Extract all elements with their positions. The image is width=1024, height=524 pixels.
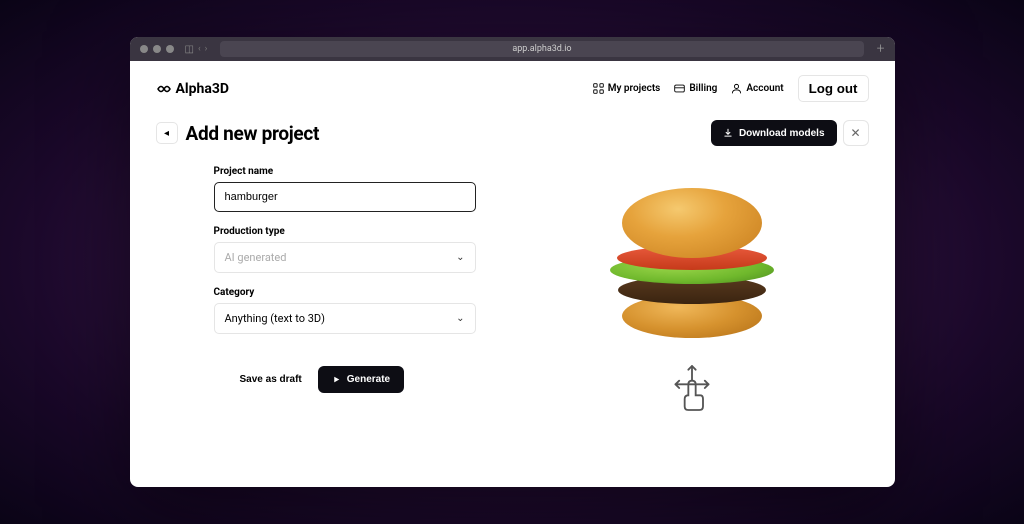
browser-window: ◫ ‹ › app.alpha3d.io + Alpha3D My projec… bbox=[130, 37, 895, 487]
project-name-label: Project name bbox=[214, 166, 476, 177]
main-area: Project name Production type AI generate… bbox=[156, 166, 869, 416]
new-tab-button[interactable]: + bbox=[877, 41, 885, 57]
nav-my-projects[interactable]: My projects bbox=[593, 83, 661, 94]
project-form: Project name Production type AI generate… bbox=[156, 166, 476, 416]
nav-billing[interactable]: Billing bbox=[674, 83, 717, 94]
user-icon bbox=[731, 83, 742, 94]
hamburger-3d-model bbox=[607, 176, 777, 346]
maximize-window-button[interactable] bbox=[166, 45, 174, 53]
production-type-select[interactable]: AI generated ⌄ bbox=[214, 242, 476, 273]
model-preview-column bbox=[516, 166, 869, 416]
brand-name: Alpha3D bbox=[176, 81, 229, 97]
url-bar[interactable]: app.alpha3d.io bbox=[220, 41, 863, 57]
close-icon: ✕ bbox=[850, 126, 860, 140]
chevron-left-icon: ◂ bbox=[164, 128, 169, 139]
header-nav: My projects Billing Account Log out bbox=[593, 75, 869, 102]
card-icon bbox=[674, 83, 685, 94]
sidebar-toggle-icon[interactable]: ◫ bbox=[185, 44, 194, 55]
minimize-window-button[interactable] bbox=[153, 45, 161, 53]
app-content: Alpha3D My projects Billing Account Log … bbox=[130, 61, 895, 430]
category-select[interactable]: Anything (text to 3D) ⌄ bbox=[214, 303, 476, 334]
logo-mark-icon bbox=[156, 81, 172, 97]
rotate-hint-icon bbox=[670, 364, 714, 416]
download-icon bbox=[723, 128, 733, 138]
grid-icon bbox=[593, 83, 604, 94]
model-preview-viewport[interactable] bbox=[592, 166, 792, 356]
close-window-button[interactable] bbox=[140, 45, 148, 53]
nav-forward-icon[interactable]: › bbox=[205, 44, 208, 55]
chevron-down-icon: ⌄ bbox=[456, 313, 464, 324]
page-header-row: ◂ Add new project Download models ✕ bbox=[156, 120, 869, 146]
page-title: Add new project bbox=[186, 122, 320, 145]
chevron-down-icon: ⌄ bbox=[456, 252, 464, 263]
brand-logo[interactable]: Alpha3D bbox=[156, 81, 229, 97]
generate-button[interactable]: Generate bbox=[318, 366, 404, 393]
logout-button[interactable]: Log out bbox=[798, 75, 869, 102]
save-draft-button[interactable]: Save as draft bbox=[240, 374, 302, 385]
back-button[interactable]: ◂ bbox=[156, 122, 178, 144]
nav-back-icon[interactable]: ‹ bbox=[198, 44, 201, 55]
category-label: Category bbox=[214, 287, 476, 298]
production-type-label: Production type bbox=[214, 226, 476, 237]
play-icon bbox=[332, 375, 341, 384]
app-header: Alpha3D My projects Billing Account Log … bbox=[156, 75, 869, 102]
download-models-button[interactable]: Download models bbox=[711, 120, 837, 146]
browser-chrome: ◫ ‹ › app.alpha3d.io + bbox=[130, 37, 895, 61]
chrome-controls: ◫ ‹ › bbox=[185, 44, 208, 55]
traffic-lights bbox=[140, 45, 174, 53]
project-name-input[interactable] bbox=[214, 182, 476, 212]
nav-account[interactable]: Account bbox=[731, 83, 783, 94]
close-button[interactable]: ✕ bbox=[843, 120, 869, 146]
